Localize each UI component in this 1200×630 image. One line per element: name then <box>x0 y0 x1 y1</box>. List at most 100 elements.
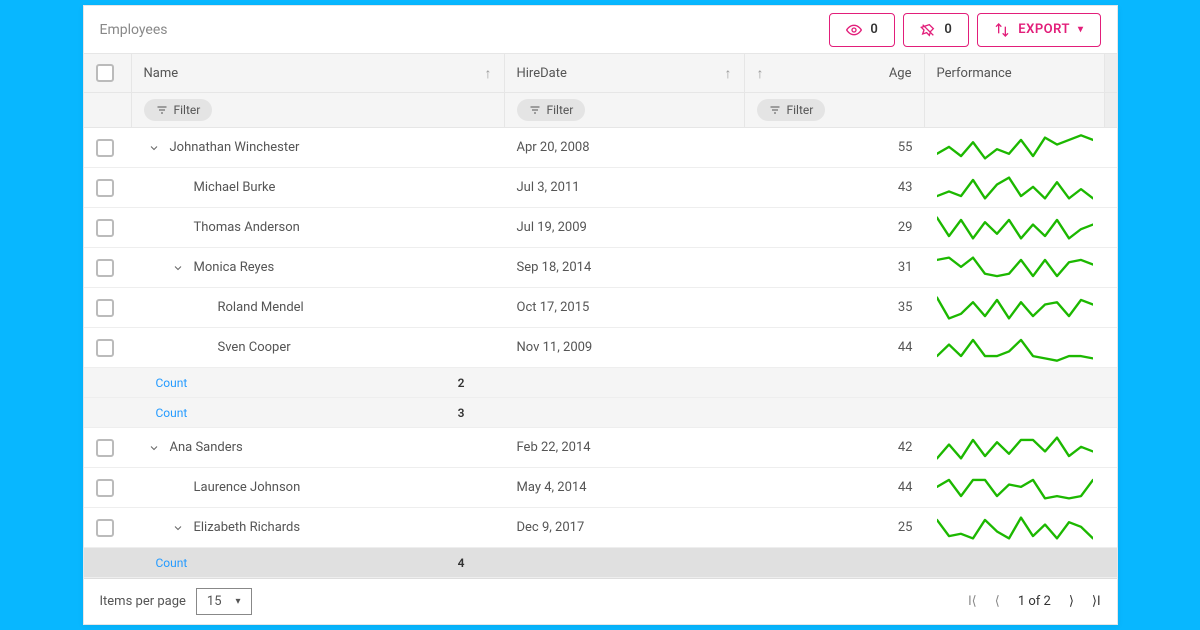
checkbox-icon[interactable] <box>96 339 114 357</box>
cell-age: 55 <box>745 128 925 167</box>
summary-label: Count <box>144 376 188 390</box>
filter-cell-performance <box>925 93 1105 127</box>
filter-icon <box>769 104 781 116</box>
summary-row-pinned: Count 4 <box>84 548 1117 578</box>
filter-cell-hiredate: Filter <box>505 93 745 127</box>
pinned-columns-button[interactable]: 0 <box>903 13 969 47</box>
page-size-value: 15 <box>207 594 222 609</box>
cell-name: Laurence Johnson <box>132 468 505 507</box>
row-checkbox-cell[interactable] <box>84 288 132 327</box>
checkbox-icon[interactable] <box>96 219 114 237</box>
cell-hiredate: Apr 20, 2008 <box>505 128 745 167</box>
app-window: Employees 0 0 EXPORT ▾ Name ↑ Hir <box>83 5 1118 625</box>
cell-hiredate: Nov 11, 2009 <box>505 328 745 367</box>
page-info: 1 of 2 <box>1018 594 1051 609</box>
column-header-performance[interactable]: Performance <box>925 54 1105 92</box>
cell-age: 25 <box>745 508 925 547</box>
table-row[interactable]: Monica ReyesSep 18, 201431 <box>84 248 1117 288</box>
column-header-name[interactable]: Name ↑ <box>132 54 505 92</box>
cell-name: Michael Burke <box>132 168 505 207</box>
row-checkbox-cell[interactable] <box>84 128 132 167</box>
filter-chip[interactable]: Filter <box>757 99 826 121</box>
chevron-down-icon[interactable] <box>148 142 162 154</box>
prev-page-button[interactable]: ⟨ <box>995 594 1000 609</box>
last-page-button[interactable]: ⟩I <box>1092 594 1101 609</box>
sparkline-chart <box>937 133 1093 163</box>
checkbox-icon[interactable] <box>96 64 114 82</box>
table-row[interactable]: Thomas AndersonJul 19, 200929 <box>84 208 1117 248</box>
employee-name: Sven Cooper <box>218 340 291 355</box>
filter-chip[interactable]: Filter <box>517 99 586 121</box>
checkbox-icon[interactable] <box>96 439 114 457</box>
filter-icon <box>529 104 541 116</box>
chevron-down-icon[interactable] <box>172 522 186 534</box>
checkbox-icon[interactable] <box>96 259 114 277</box>
employee-name: Elizabeth Richards <box>194 520 301 535</box>
cell-name: Sven Cooper <box>132 328 505 367</box>
row-checkbox-cell[interactable] <box>84 508 132 547</box>
toolbar: Employees 0 0 EXPORT ▾ <box>84 6 1117 54</box>
sparkline-chart <box>937 473 1093 503</box>
cell-hiredate: Oct 17, 2015 <box>505 288 745 327</box>
sort-asc-icon: ↑ <box>757 65 764 82</box>
export-button[interactable]: EXPORT ▾ <box>977 13 1100 47</box>
table-row[interactable]: Johnathan WinchesterApr 20, 200855 <box>84 128 1117 168</box>
table-row[interactable]: Ana SandersFeb 22, 201442 <box>84 428 1117 468</box>
row-checkbox-cell[interactable] <box>84 208 132 247</box>
cell-age: 35 <box>745 288 925 327</box>
page-size-control: Items per page 15 ▾ <box>100 588 252 615</box>
checkbox-icon[interactable] <box>96 479 114 497</box>
employee-name: Roland Mendel <box>218 300 304 315</box>
column-header-row: Name ↑ HireDate ↑ ↑ Age Performance <box>84 54 1117 93</box>
employee-name: Monica Reyes <box>194 260 275 275</box>
chevron-down-icon[interactable] <box>172 262 186 274</box>
row-checkbox-cell[interactable] <box>84 168 132 207</box>
table-row[interactable]: Elizabeth RichardsDec 9, 201725 <box>84 508 1117 548</box>
checkbox-icon[interactable] <box>96 299 114 317</box>
grid-body[interactable]: Johnathan WinchesterApr 20, 200855Michae… <box>84 128 1117 548</box>
row-checkbox-cell[interactable] <box>84 248 132 287</box>
filter-chip[interactable]: Filter <box>144 99 213 121</box>
employee-name: Laurence Johnson <box>194 480 301 495</box>
chevron-down-icon[interactable] <box>148 442 162 454</box>
page-title: Employees <box>100 22 822 38</box>
table-row[interactable]: Michael BurkeJul 3, 201143 <box>84 168 1117 208</box>
filter-cell-name: Filter <box>132 93 505 127</box>
cell-performance <box>925 328 1105 367</box>
pager-footer: Items per page 15 ▾ I⟨ ⟨ 1 of 2 ⟩ ⟩I <box>84 578 1117 624</box>
table-row[interactable]: Roland Mendel Oct 17, 201535 <box>84 288 1117 328</box>
select-all-cell[interactable] <box>84 54 132 92</box>
next-page-button[interactable]: ⟩ <box>1069 594 1074 609</box>
employee-name: Thomas Anderson <box>194 220 300 235</box>
row-checkbox-cell[interactable] <box>84 328 132 367</box>
cell-performance <box>925 208 1105 247</box>
sparkline-chart <box>937 173 1093 203</box>
checkbox-icon[interactable] <box>96 519 114 537</box>
cell-name: Roland Mendel <box>132 288 505 327</box>
hidden-columns-count: 0 <box>870 22 878 37</box>
filter-row: Filter Filter Filter <box>84 93 1117 128</box>
cell-name: Johnathan Winchester <box>132 128 505 167</box>
checkbox-icon[interactable] <box>96 179 114 197</box>
eye-icon <box>846 22 862 38</box>
column-header-age[interactable]: ↑ Age <box>745 54 925 92</box>
filter-label: Filter <box>174 103 201 117</box>
row-checkbox-cell[interactable] <box>84 468 132 507</box>
cell-age: 29 <box>745 208 925 247</box>
checkbox-icon[interactable] <box>96 139 114 157</box>
summary-value: 2 <box>458 376 493 390</box>
column-header-hiredate[interactable]: HireDate ↑ <box>505 54 745 92</box>
row-checkbox-cell[interactable] <box>84 428 132 467</box>
employee-name: Ana Sanders <box>170 440 243 455</box>
cell-name: Thomas Anderson <box>132 208 505 247</box>
first-page-button[interactable]: I⟨ <box>968 594 977 609</box>
cell-hiredate: Sep 18, 2014 <box>505 248 745 287</box>
hidden-columns-button[interactable]: 0 <box>829 13 895 47</box>
page-size-select[interactable]: 15 ▾ <box>196 588 252 615</box>
table-row[interactable]: Laurence JohnsonMay 4, 201444 <box>84 468 1117 508</box>
summary-value: 4 <box>458 556 493 570</box>
table-row[interactable]: Sven CooperNov 11, 200944 <box>84 328 1117 368</box>
cell-hiredate: Feb 22, 2014 <box>505 428 745 467</box>
cell-hiredate: May 4, 2014 <box>505 468 745 507</box>
column-label: HireDate <box>517 66 567 81</box>
